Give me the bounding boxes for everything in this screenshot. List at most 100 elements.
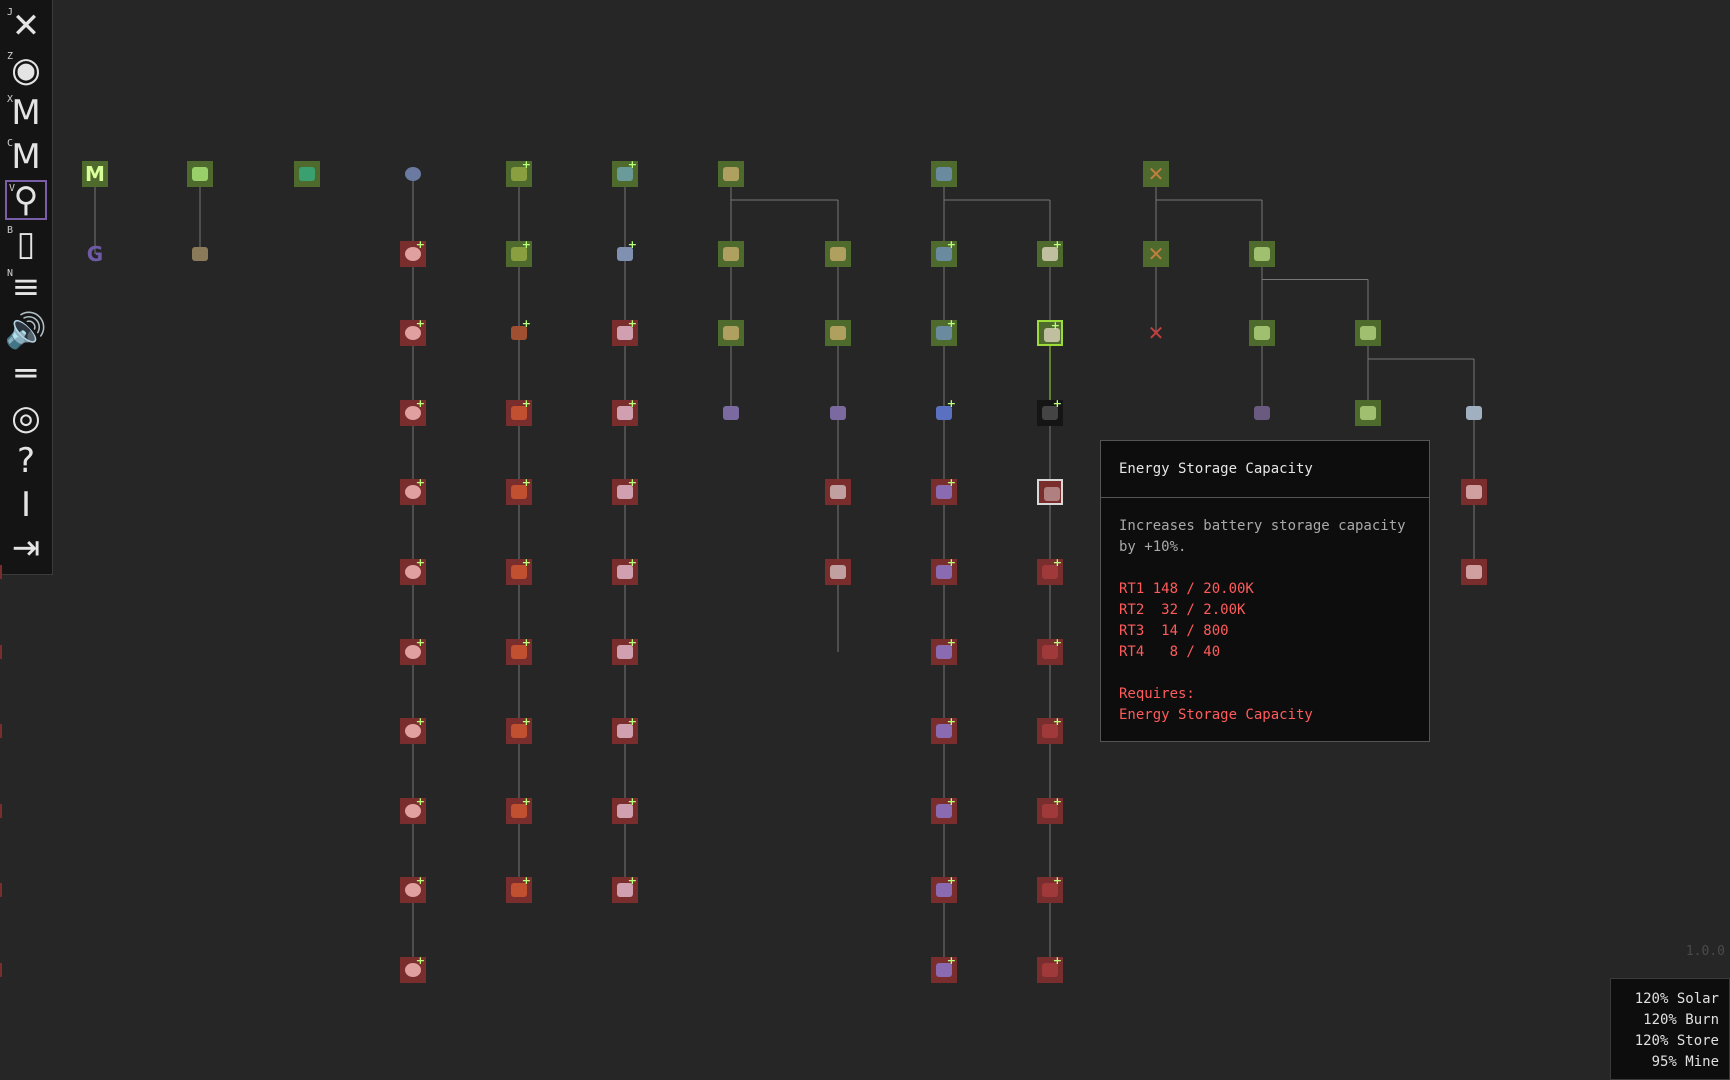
build-button[interactable]: ▯ B (5, 224, 47, 264)
tech-node[interactable]: + (612, 158, 638, 187)
tech-node[interactable]: + (931, 317, 957, 346)
tech-node[interactable]: + (506, 238, 532, 267)
list-button[interactable]: ≡ N (5, 267, 47, 307)
tech-node[interactable] (187, 241, 213, 267)
tech-node[interactable]: + (506, 636, 532, 665)
tech-node[interactable] (187, 161, 213, 187)
tech-node[interactable]: + (400, 715, 426, 744)
tech-node[interactable]: + (1037, 715, 1063, 744)
tech-node[interactable]: + (400, 874, 426, 903)
sound-button[interactable]: 🔊 (5, 311, 47, 351)
tech-node[interactable]: + (400, 636, 426, 665)
tech-node[interactable]: + (931, 874, 957, 903)
hotkey-label: C (7, 137, 14, 149)
tech-node[interactable] (1461, 479, 1487, 505)
tech-node[interactable] (825, 320, 851, 346)
tech-node[interactable]: + (400, 317, 426, 346)
tech-node[interactable]: + (612, 556, 638, 585)
tech-node[interactable]: + (400, 556, 426, 585)
tech-node[interactable]: + (612, 317, 638, 346)
tech-node[interactable]: + (506, 158, 532, 187)
tech-node[interactable] (1461, 400, 1487, 426)
tech-node[interactable] (825, 559, 851, 585)
tech-node[interactable]: + (1037, 636, 1063, 665)
tech-node[interactable]: + (612, 397, 638, 426)
tech-node[interactable] (1461, 559, 1487, 585)
tech-node[interactable] (1249, 400, 1275, 426)
tech-node[interactable] (718, 320, 744, 346)
tech-node[interactable]: + (931, 397, 957, 426)
plus-icon: + (946, 238, 956, 251)
tech-node[interactable]: + (612, 476, 638, 505)
tech-node[interactable]: + (506, 874, 532, 903)
tech-node[interactable]: + (506, 795, 532, 824)
view-button[interactable]: ◎ (5, 398, 47, 438)
tech-node[interactable] (825, 479, 851, 505)
plus-icon: + (521, 715, 531, 728)
tech-node[interactable] (718, 400, 744, 426)
menu-button[interactable]: ═ (5, 354, 47, 394)
tech-node[interactable]: + (612, 238, 638, 267)
sound-icon: 🔊 (4, 310, 48, 351)
tech-node[interactable] (1249, 320, 1275, 346)
tech-node[interactable] (931, 161, 957, 187)
tech-icon: M (85, 162, 105, 186)
tech-node[interactable]: M (82, 161, 108, 187)
tech-node-hovered[interactable] (1037, 479, 1063, 505)
tech-icon (1466, 565, 1482, 579)
tech-node[interactable]: + (506, 556, 532, 585)
tech-node[interactable]: ✕ (1143, 161, 1169, 187)
tech-icon (830, 485, 846, 499)
tech-node[interactable]: + (506, 476, 532, 505)
exit-button[interactable]: ⇥ (5, 528, 47, 568)
tech-node[interactable]: + (400, 954, 426, 983)
tech-node[interactable]: + (931, 556, 957, 585)
tech-node[interactable] (1249, 241, 1275, 267)
tech-node[interactable]: + (931, 238, 957, 267)
hotkey-label: Z (7, 50, 14, 62)
tech-icon: G (86, 242, 104, 266)
help-button[interactable]: ? (5, 441, 47, 481)
tech-node[interactable]: + (931, 715, 957, 744)
tech-node[interactable]: + (931, 795, 957, 824)
planet-button[interactable]: ◉ Z (5, 50, 47, 90)
tech-node[interactable]: + (1037, 795, 1063, 824)
tech-node[interactable]: + (400, 795, 426, 824)
map-x-button[interactable]: MX (5, 93, 47, 133)
tech-node[interactable]: + (1037, 954, 1063, 983)
map-x-icon: M (11, 93, 41, 133)
tech-node[interactable]: + (400, 238, 426, 267)
tech-node[interactable]: + (931, 954, 957, 983)
tech-node[interactable]: + (1037, 556, 1063, 585)
tech-node[interactable]: + (1037, 874, 1063, 903)
tech-node[interactable] (825, 400, 851, 426)
tech-node[interactable]: + (1037, 238, 1063, 267)
tech-node[interactable]: ✕ (1143, 320, 1169, 346)
tech-node[interactable] (400, 161, 426, 187)
tech-node-selected[interactable]: + (1037, 319, 1063, 346)
tech-node[interactable]: + (506, 317, 532, 346)
tech-node[interactable]: + (612, 715, 638, 744)
tech-node[interactable] (718, 241, 744, 267)
tech-node[interactable] (294, 161, 320, 187)
tech-node[interactable]: + (931, 636, 957, 665)
tech-node[interactable]: + (400, 476, 426, 505)
tech-node[interactable] (718, 161, 744, 187)
tech-node[interactable]: + (506, 397, 532, 426)
tech-node[interactable]: + (931, 476, 957, 505)
tech-tree-button[interactable]: ✕ J (5, 6, 47, 46)
search-button[interactable]: ⚲ V (5, 180, 47, 220)
tech-node[interactable]: ✕ (1143, 241, 1169, 267)
tech-node[interactable]: + (612, 636, 638, 665)
tech-node[interactable] (825, 241, 851, 267)
tech-node[interactable]: + (612, 795, 638, 824)
tech-node[interactable]: + (506, 715, 532, 744)
tech-node[interactable]: + (400, 397, 426, 426)
tech-node[interactable] (1355, 400, 1381, 426)
tech-node[interactable]: + (612, 874, 638, 903)
tech-node[interactable]: G (82, 241, 108, 267)
info-button[interactable]: I (5, 485, 47, 525)
map-c-button[interactable]: MC (5, 137, 47, 177)
tech-node[interactable] (1355, 320, 1381, 346)
tech-node[interactable]: + (1037, 397, 1063, 426)
